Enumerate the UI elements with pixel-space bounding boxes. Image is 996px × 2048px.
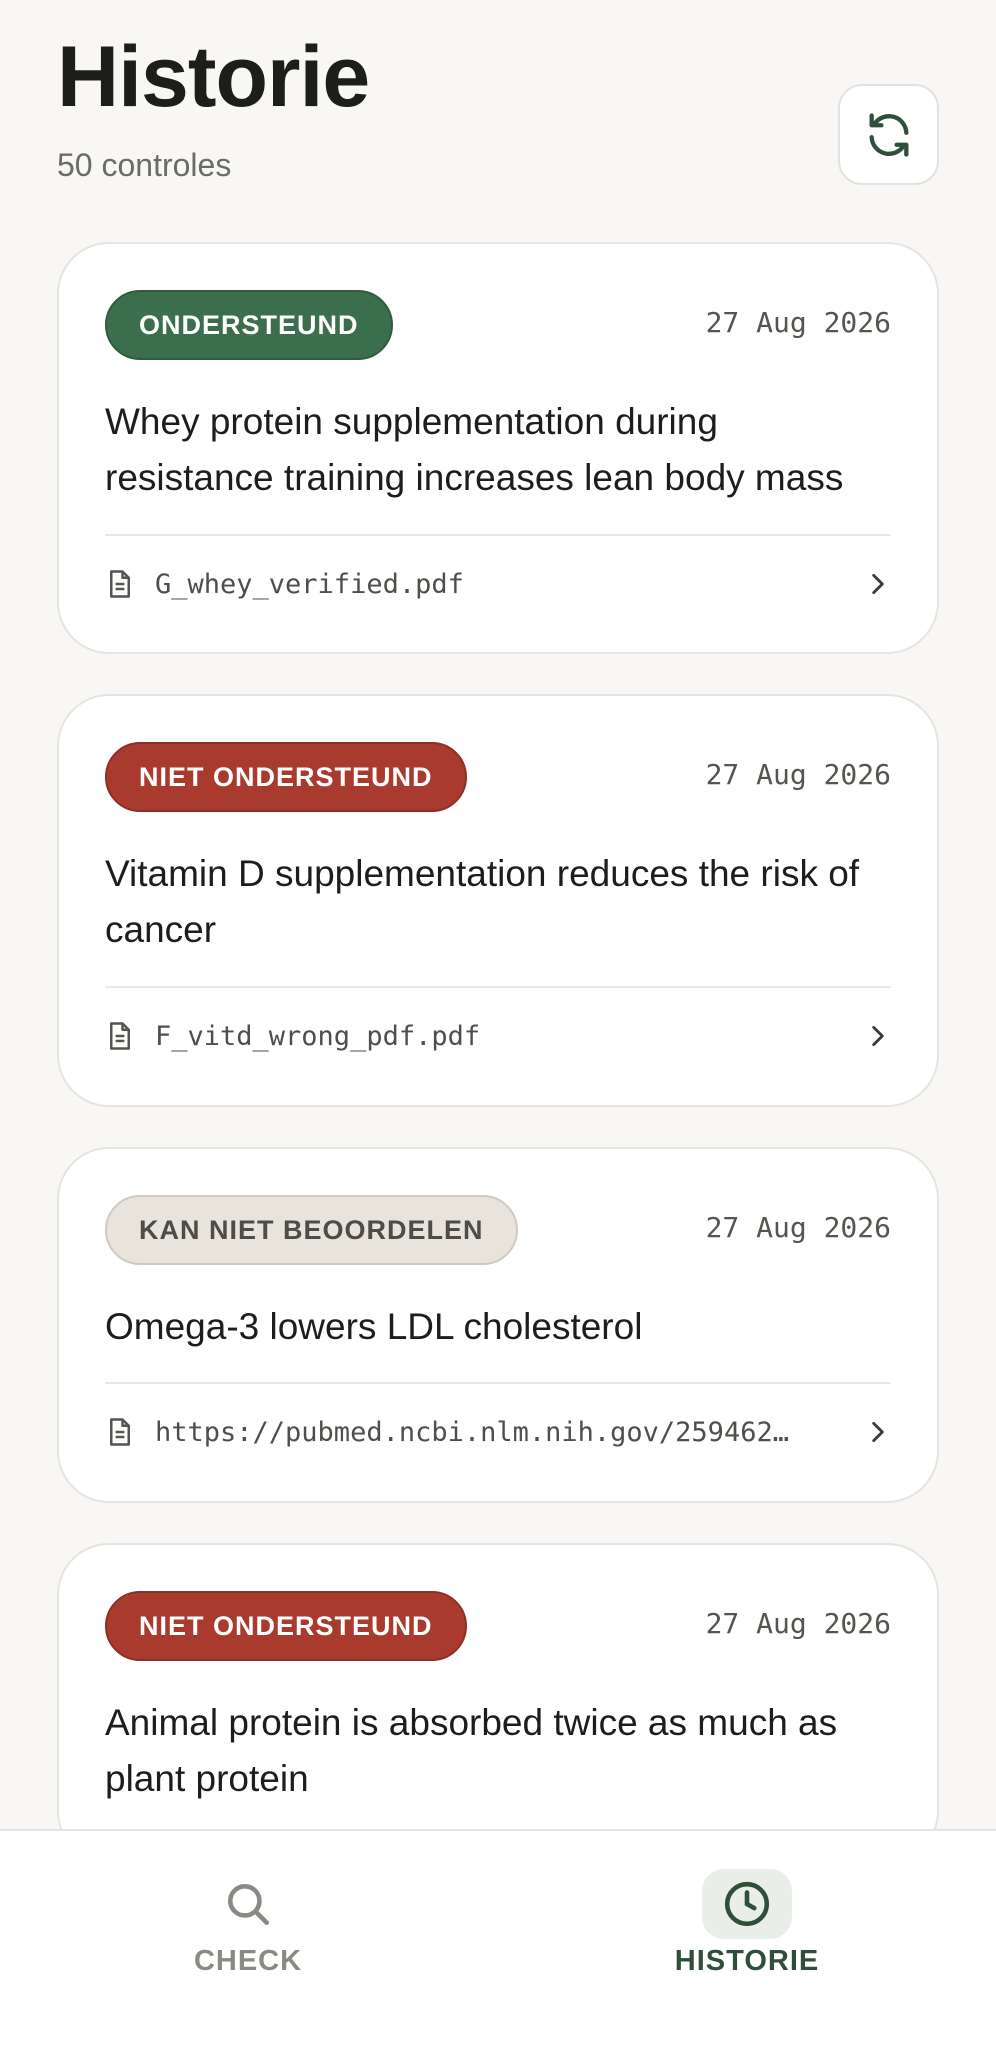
header: Historie 50 controles xyxy=(57,34,939,194)
search-icon xyxy=(228,1884,270,1926)
page-title: Historie xyxy=(57,29,370,125)
check-date: 27 Aug 2026 xyxy=(705,758,891,791)
history-card[interactable]: NIET ONDERSTEUND 27 Aug 2026 Vitamin D s… xyxy=(57,694,939,1107)
refresh-button[interactable] xyxy=(838,84,939,185)
search-icon-wrap xyxy=(203,1869,293,1939)
check-date: 27 Aug 2026 xyxy=(705,306,891,339)
chevron-right-icon xyxy=(872,1421,884,1443)
source-url: https://pubmed.ncbi.nlm.nih.gov/259462… xyxy=(155,1416,789,1448)
check-count: 50 controles xyxy=(57,147,232,183)
document-icon xyxy=(110,1022,130,1050)
divider xyxy=(105,534,891,536)
source-row[interactable]: G_whey_verified.pdf xyxy=(105,554,891,614)
refresh-icon xyxy=(869,112,908,157)
claim-text: Omega-3 lowers LDL cholesterol xyxy=(105,1306,643,1347)
nav-history-tab[interactable]: HISTORIE xyxy=(627,1869,867,1989)
history-card[interactable]: KAN NIET BEOORDELEN 27 Aug 2026 Omega-3 … xyxy=(57,1147,939,1503)
source-filename: F_vitd_wrong_pdf.pdf xyxy=(155,1020,481,1052)
check-date: 27 Aug 2026 xyxy=(705,1607,891,1640)
check-date: 27 Aug 2026 xyxy=(705,1211,891,1244)
status-badge: ONDERSTEUND xyxy=(105,290,393,360)
clock-icon xyxy=(724,1881,770,1927)
claim-text: Whey protein supplementation during resi… xyxy=(105,401,844,498)
bottom-nav: CHECK HISTORIE xyxy=(0,1829,996,2048)
claim-text: Vitamin D supplementation reduces the ri… xyxy=(105,853,860,950)
divider xyxy=(105,1382,891,1384)
document-icon xyxy=(110,1418,130,1446)
history-card[interactable]: ONDERSTEUND 27 Aug 2026 Whey protein sup… xyxy=(57,242,939,654)
source-row[interactable]: F_vitd_wrong_pdf.pdf xyxy=(105,1006,891,1066)
source-row[interactable]: https://pubmed.ncbi.nlm.nih.gov/259462… xyxy=(105,1402,891,1462)
status-badge: NIET ONDERSTEUND xyxy=(105,742,467,812)
history-card[interactable]: NIET ONDERSTEUND 27 Aug 2026 Animal prot… xyxy=(57,1543,939,1863)
status-badge: NIET ONDERSTEUND xyxy=(105,1591,467,1661)
chevron-right-icon xyxy=(872,1025,884,1047)
document-icon xyxy=(110,570,130,598)
source-filename: G_whey_verified.pdf xyxy=(155,568,464,600)
claim-text: Animal protein is absorbed twice as much… xyxy=(105,1702,838,1799)
status-badge: KAN NIET BEOORDELEN xyxy=(105,1195,518,1265)
nav-check-label: CHECK xyxy=(193,1945,303,1977)
clock-icon-wrap xyxy=(702,1869,792,1939)
nav-check-tab[interactable]: CHECK xyxy=(128,1869,368,1989)
nav-history-label: HISTORIE xyxy=(674,1945,820,1977)
divider xyxy=(105,986,891,988)
chevron-right-icon xyxy=(872,573,884,595)
